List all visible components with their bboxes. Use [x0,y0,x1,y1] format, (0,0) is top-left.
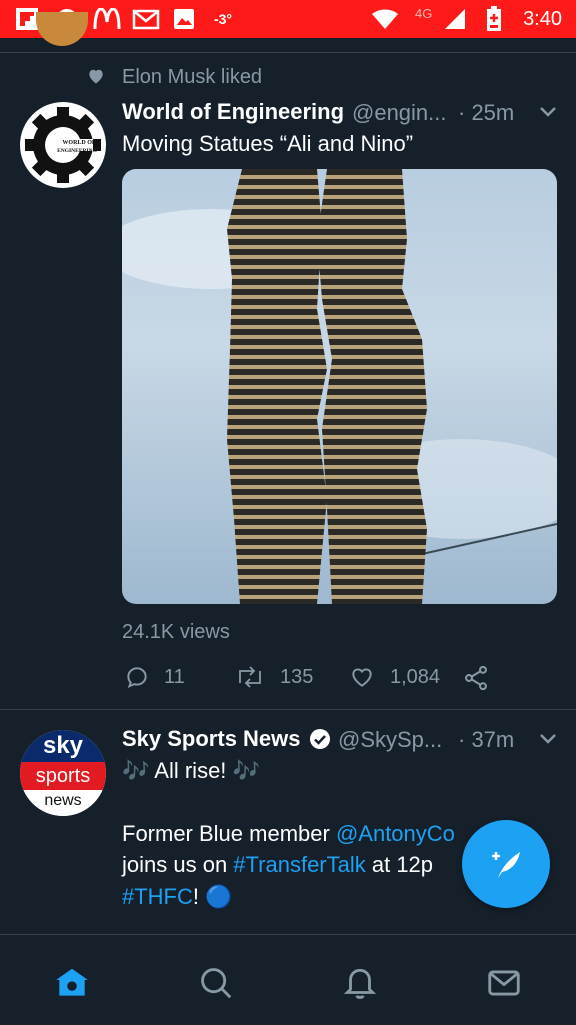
reply-icon [127,667,147,688]
tweet-text-line: 🎶 All rise! 🎶 [122,758,260,783]
divider [0,52,576,53]
author-handle[interactable]: @engin... [352,100,447,126]
view-count: 24.1K views [122,621,230,643]
clock: 3:40 [523,8,562,30]
tweet-video[interactable] [122,169,557,604]
author-name[interactable]: World of Engineering [122,99,344,125]
hashtag-link[interactable]: #TransferTalk [233,852,365,877]
tab-home[interactable] [52,963,92,1003]
like-count: 1,084 [390,665,441,688]
messages-icon [488,970,520,996]
notifications-icon [343,968,377,999]
chevron-down-icon[interactable] [538,104,558,125]
svg-text:ENGINEERING: ENGINEERING [57,148,97,154]
reply-count: 11 [164,665,185,688]
avatar[interactable]: sky sports news [20,730,106,816]
avatar-text: sports [20,762,106,790]
retweet-button[interactable]: 135 [234,664,313,690]
compose-tweet-icon [492,852,520,878]
avatar-text: WORLD OF [62,140,96,146]
mcdonalds-icon [92,7,122,31]
network-type: 4G [415,6,433,21]
social-context[interactable]: Elon Musk liked [122,66,262,89]
heart-icon [86,66,106,91]
author-name[interactable]: Sky Sports News [122,726,301,752]
bottom-nav [0,934,576,1025]
gallery-icon [172,7,196,31]
retweet-count: 135 [280,665,314,688]
tab-notifications[interactable] [340,963,380,1003]
tweet-time: · 25m [458,100,515,125]
battery-icon [484,6,504,31]
wifi-icon [370,7,400,31]
tab-messages[interactable] [484,963,524,1003]
signal-icon [442,7,468,31]
tab-search[interactable] [196,963,236,1003]
tweet-text-line: joins us on #TransferTalk at 12p [122,852,434,877]
divider [0,709,576,710]
tweet-time: · 37m [458,727,515,752]
like-button[interactable]: 1,084 [348,664,440,690]
tweet-text-line: #THFC! 🔵 [122,884,233,909]
compose-tweet-button[interactable] [462,820,550,908]
temperature: -3° [213,11,233,27]
verified-icon [308,727,332,756]
retweet-icon [239,666,261,688]
reply-button[interactable]: 11 [124,664,185,690]
search-icon [201,968,232,999]
mention-link[interactable]: @AntonyCo [336,821,455,846]
like-icon [352,668,372,687]
share-button[interactable] [462,664,504,692]
previous-avatar [36,12,88,46]
gmail-icon [131,7,161,31]
chevron-down-icon[interactable] [538,731,558,752]
tweet-text: Moving Statues “Ali and Nino” [122,131,414,156]
avatar-text: sky [20,730,106,762]
avatar[interactable]: WORLD OF ENGINEERING [20,102,106,188]
hashtag-link[interactable]: #THFC [122,884,193,909]
avatar-text: news [20,790,106,816]
home-icon [56,968,88,996]
share-icon [465,665,487,691]
tweet-text-line: Former Blue member @AntonyCo [122,821,455,846]
author-handle[interactable]: @SkySp... [338,727,442,753]
